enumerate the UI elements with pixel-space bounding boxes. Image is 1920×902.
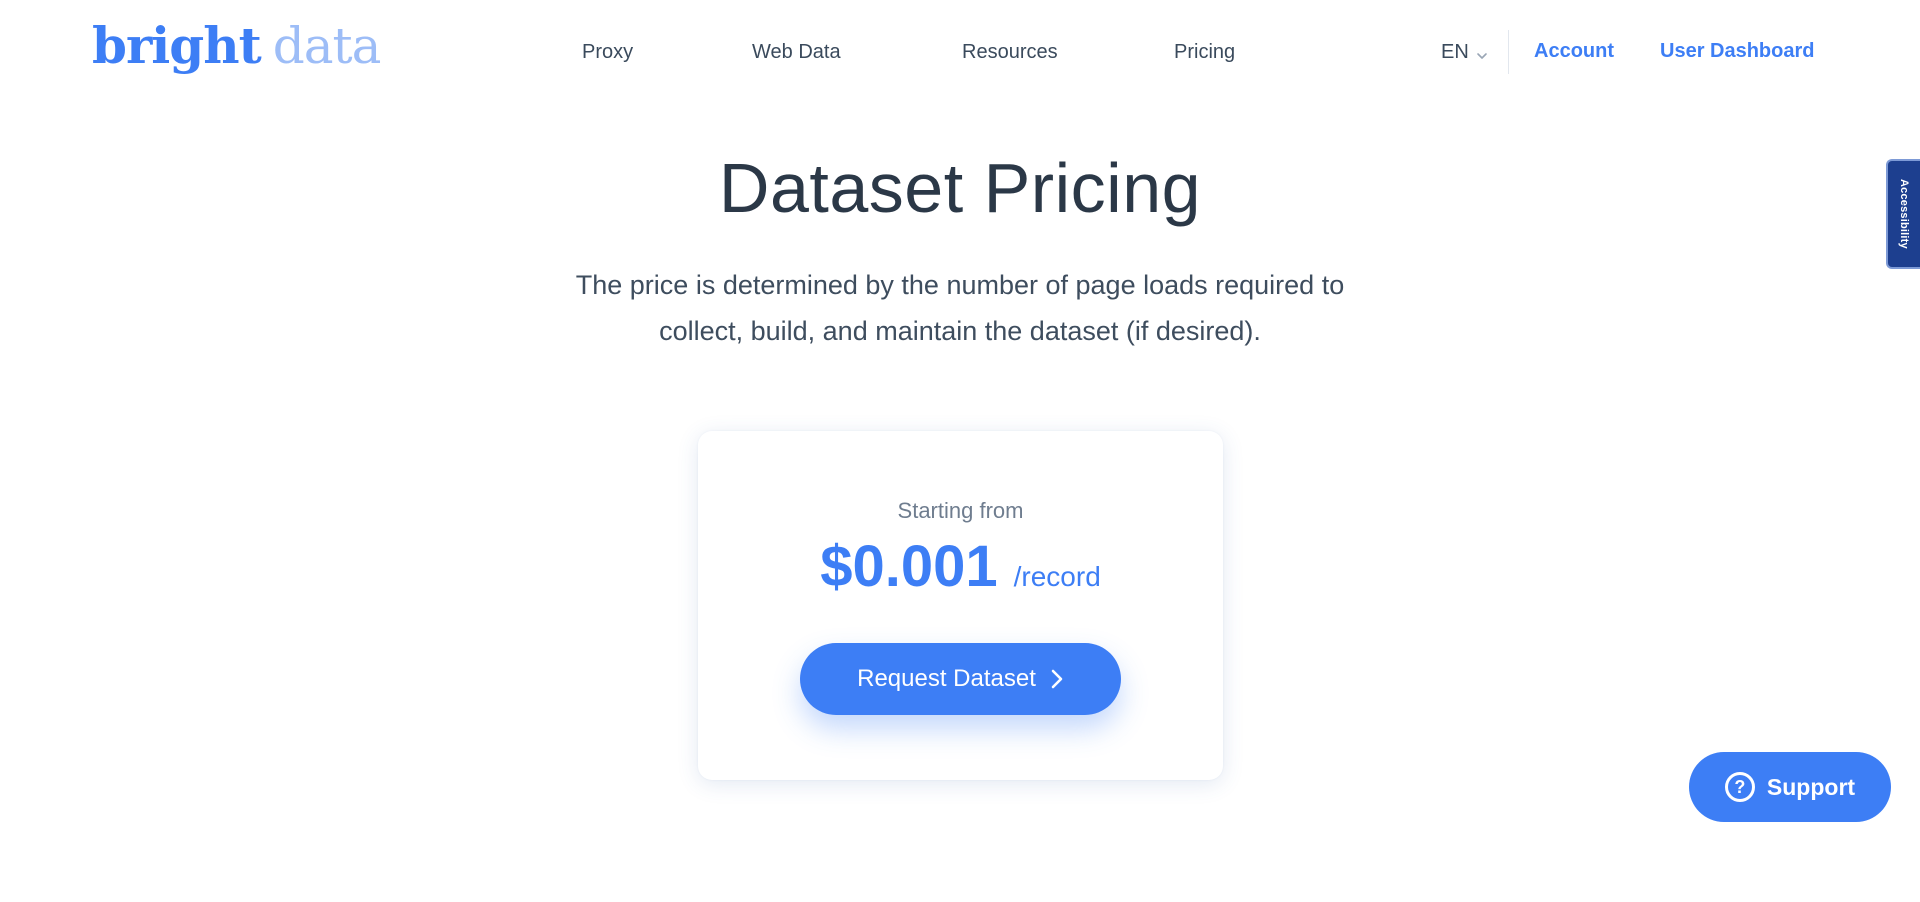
support-button[interactable]: ? Support: [1689, 752, 1891, 822]
page: bright data Proxy Web Data Resources Pric…: [0, 0, 1920, 902]
question-circle-icon: ?: [1724, 772, 1755, 802]
subtitle-line-2: collect, build, and maintain the dataset…: [659, 316, 1261, 346]
chevron-down-icon: [1475, 45, 1489, 59]
page-subtitle: The price is determined by the number of…: [510, 262, 1410, 354]
price-unit: /record: [1013, 561, 1101, 592]
language-label: EN: [1441, 41, 1469, 63]
nav-item-resources[interactable]: Resources: [962, 40, 1058, 64]
starting-from-label: Starting from: [897, 498, 1024, 523]
subtitle-line-1: The price is determined by the number of…: [575, 270, 1345, 300]
language-selector[interactable]: EN: [1441, 40, 1489, 64]
user-dashboard-link[interactable]: User Dashboard: [1660, 39, 1815, 63]
support-label: Support: [1766, 773, 1856, 800]
pricing-card: Starting from $0.001 /record Request Dat…: [698, 431, 1223, 780]
logo-word-data: data: [272, 17, 382, 75]
header-divider: [1508, 30, 1509, 74]
nav-item-pricing[interactable]: Pricing: [1174, 40, 1235, 64]
chevron-right-icon: [1050, 668, 1064, 690]
site-header: bright data Proxy Web Data Resources Pric…: [0, 0, 1920, 104]
page-title: Dataset Pricing: [718, 149, 1202, 227]
price-row: $0.001 /record: [698, 533, 1223, 601]
request-dataset-label: Request Dataset: [857, 665, 1036, 692]
request-dataset-button[interactable]: Request Dataset: [800, 643, 1121, 715]
logo-word-bright: bright: [92, 16, 262, 75]
account-link[interactable]: Account: [1534, 39, 1614, 63]
bright-data-logo[interactable]: bright data: [92, 14, 382, 78]
nav-item-web-data[interactable]: Web Data: [752, 40, 841, 64]
nav-item-proxy[interactable]: Proxy: [582, 40, 633, 64]
price-value: $0.001: [820, 534, 998, 599]
